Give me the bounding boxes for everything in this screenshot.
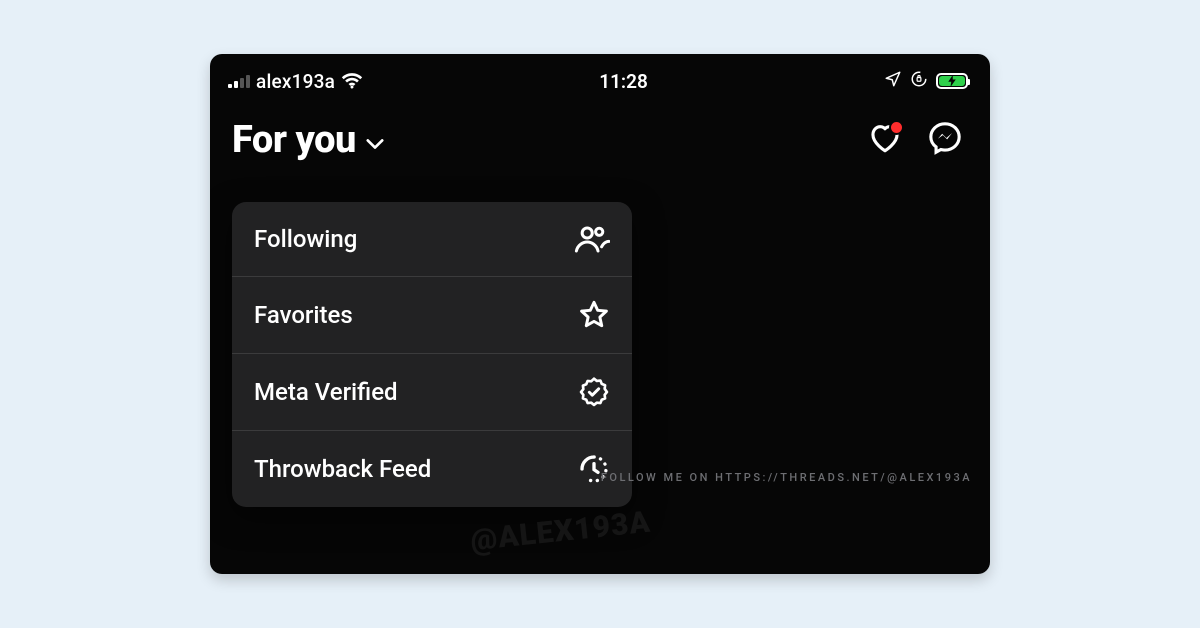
- menu-item-meta-verified[interactable]: Meta Verified: [232, 353, 632, 430]
- app-header: For you: [210, 104, 990, 166]
- chevron-down-icon: [366, 135, 384, 154]
- feed-selector-button[interactable]: For you: [232, 118, 384, 162]
- menu-item-label: Favorites: [254, 301, 353, 329]
- menu-item-favorites[interactable]: Favorites: [232, 276, 632, 353]
- menu-item-throwback-feed[interactable]: Throwback Feed: [232, 430, 632, 507]
- watermark-follow-text: FOLLOW ME ON HTTPS://THREADS.NET/@ALEX19…: [601, 471, 972, 484]
- menu-item-following[interactable]: Following: [232, 202, 632, 276]
- star-icon: [578, 299, 610, 331]
- menu-item-label: Following: [254, 225, 357, 253]
- app-screenshot: alex193a 11:28: [210, 54, 990, 574]
- status-bar: alex193a 11:28: [210, 54, 990, 104]
- rotation-lock-icon: [910, 70, 928, 92]
- location-arrow-icon: [884, 70, 902, 92]
- cell-signal-icon: [228, 74, 250, 88]
- battery-charging-icon: [936, 73, 968, 89]
- feed-menu: Following Favorites: [232, 202, 632, 507]
- page-title: For you: [232, 118, 356, 162]
- status-time: 11:28: [599, 70, 648, 93]
- activity-button[interactable]: [868, 122, 902, 158]
- verified-badge-icon: [578, 376, 610, 408]
- wifi-icon: [341, 73, 363, 89]
- messenger-button[interactable]: [928, 121, 962, 159]
- notification-dot-icon: [889, 120, 904, 135]
- carrier-label: alex193a: [256, 70, 335, 93]
- menu-item-label: Throwback Feed: [254, 455, 431, 483]
- watermark-handle: @ALEX193A: [469, 505, 653, 559]
- messenger-icon: [928, 121, 962, 155]
- menu-item-label: Meta Verified: [254, 378, 398, 406]
- people-icon: [574, 224, 610, 254]
